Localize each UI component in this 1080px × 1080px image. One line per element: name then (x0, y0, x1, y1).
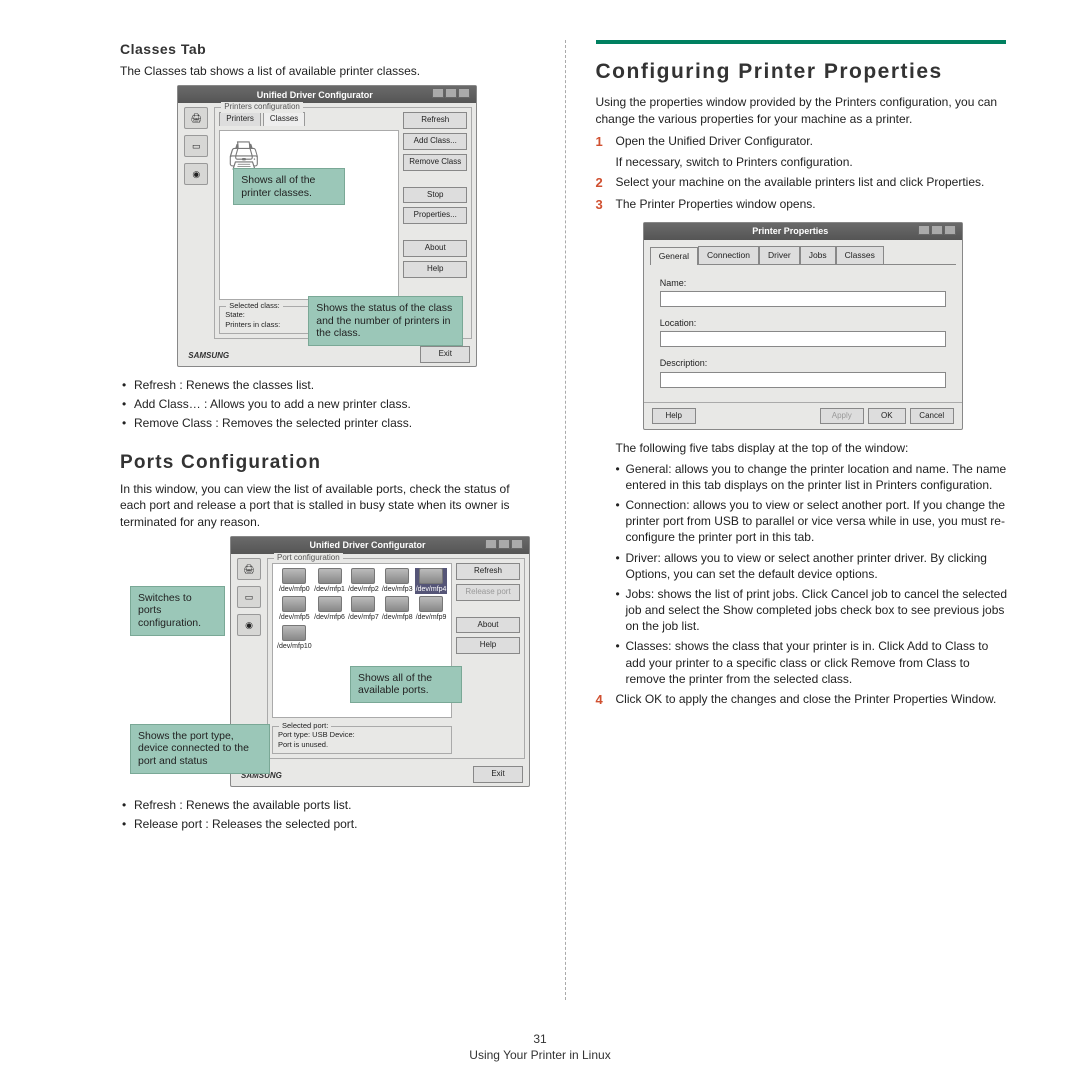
port-item[interactable]: /dev/mfp9 (415, 596, 447, 622)
tab-general[interactable]: General (650, 247, 698, 265)
step4: Click OK to apply the changes and close … (616, 691, 1011, 709)
window-controls[interactable] (484, 539, 523, 552)
port-item[interactable]: /dev/mfp7 (347, 596, 379, 622)
callout-classes-status: Shows the status of the class and the nu… (308, 296, 463, 346)
tab-printers[interactable]: Printers (219, 112, 261, 126)
page-number: 31 (0, 1032, 1080, 1046)
port-item[interactable]: /dev/mfp10 (277, 625, 312, 651)
callout-port-status: Shows the port type, device connected to… (130, 724, 270, 774)
callout-ports-switch: Switches to ports configuration. (130, 586, 225, 636)
help-button[interactable]: Help (652, 408, 696, 425)
cancel-button[interactable]: Cancel (910, 408, 954, 425)
tab-connection[interactable]: Connection (698, 246, 759, 264)
name-label: Name: (660, 277, 946, 289)
classes-window: Unified Driver Configurator 🖨 ▭ ◉ Printe… (177, 85, 477, 367)
column-divider (565, 40, 566, 1000)
about-button[interactable]: About (403, 240, 467, 257)
scanner-icon[interactable]: ▭ (184, 135, 208, 157)
port-item[interactable]: /dev/mfp1 (314, 568, 346, 594)
after-window-text: The following five tabs display at the t… (596, 440, 1011, 456)
classes-bullet: Add Class… : Allows you to add a new pri… (120, 396, 535, 412)
port-item[interactable]: /dev/mfp2 (347, 568, 379, 594)
properties-button[interactable]: Properties... (403, 207, 467, 224)
location-label: Location: (660, 317, 946, 329)
printer-icon[interactable]: 🖨 (237, 558, 261, 580)
port-item[interactable]: /dev/mfp0 (277, 568, 312, 594)
page-footer: 31 Using Your Printer in Linux (0, 1032, 1080, 1062)
port-item[interactable]: /dev/mfp3 (381, 568, 413, 594)
frame-label: Printers configuration (221, 102, 303, 113)
window-title: Printer Properties (752, 225, 828, 237)
brand-label: SAMSUNG (188, 351, 229, 362)
port-item[interactable]: /dev/mfp6 (314, 596, 346, 622)
refresh-button[interactable]: Refresh (456, 563, 520, 580)
intro-text: Using the properties window provided by … (596, 94, 1011, 126)
port-item[interactable]: /dev/mfp8 (381, 596, 413, 622)
window-controls[interactable] (431, 88, 470, 101)
classes-intro: The Classes tab shows a list of availabl… (120, 63, 535, 79)
classes-tab-heading: Classes Tab (120, 40, 535, 59)
release-port-button[interactable]: Release port (456, 584, 520, 601)
exit-button[interactable]: Exit (420, 346, 470, 363)
help-button[interactable]: Help (456, 637, 520, 654)
apply-button[interactable]: Apply (820, 408, 864, 425)
port-icon[interactable]: ◉ (184, 163, 208, 185)
footer-section: Using Your Printer in Linux (0, 1048, 1080, 1062)
ports-bullet: Refresh : Renews the available ports lis… (120, 797, 535, 813)
scanner-icon[interactable]: ▭ (237, 586, 261, 608)
name-input[interactable] (660, 291, 946, 307)
tab-classes[interactable]: Classes (263, 112, 305, 126)
about-button[interactable]: About (456, 617, 520, 634)
ports-heading: Ports Configuration (120, 450, 535, 476)
description-label: Description: (660, 357, 946, 369)
tab-desc: Driver: allows you to view or select ano… (616, 550, 1011, 582)
callout-ports-list: Shows all of the available ports. (350, 666, 462, 703)
classes-bullet: Remove Class : Removes the selected prin… (120, 415, 535, 431)
refresh-button[interactable]: Refresh (403, 112, 467, 129)
window-title: Unified Driver Configurator (257, 89, 373, 101)
port-icon[interactable]: ◉ (237, 614, 261, 636)
ok-button[interactable]: OK (868, 408, 906, 425)
tab-classes[interactable]: Classes (836, 246, 884, 264)
location-input[interactable] (660, 331, 946, 347)
step3: The Printer Properties window opens. (616, 196, 1011, 214)
window-title: Unified Driver Configurator (309, 539, 425, 551)
tab-desc: Jobs: shows the list of print jobs. Clic… (616, 586, 1011, 635)
description-input[interactable] (660, 372, 946, 388)
port-grid: /dev/mfp0 /dev/mfp1 /dev/mfp2 /dev/mfp3 … (273, 564, 451, 655)
ports-bullet: Release port : Releases the selected por… (120, 816, 535, 832)
help-button[interactable]: Help (403, 261, 467, 278)
remove-class-button[interactable]: Remove Class (403, 154, 467, 171)
printer-icon[interactable]: 🖨 (184, 107, 208, 129)
printer-properties-window: Printer Properties General Connection Dr… (643, 222, 963, 431)
tab-jobs[interactable]: Jobs (800, 246, 836, 264)
ports-window: Unified Driver Configurator 🖨 ▭ ◉ Port c… (230, 536, 530, 787)
ports-intro: In this window, you can view the list of… (120, 481, 535, 530)
step1: Open the Unified Driver Configurator. (616, 133, 1011, 151)
tab-driver[interactable]: Driver (759, 246, 800, 264)
main-title: Configuring Printer Properties (596, 58, 1011, 86)
step1b: If necessary, switch to Printers configu… (596, 154, 1011, 170)
exit-button[interactable]: Exit (473, 766, 523, 783)
add-class-button[interactable]: Add Class... (403, 133, 467, 150)
tab-desc: Classes: shows the class that your print… (616, 638, 1011, 687)
tab-desc: General: allows you to change the printe… (616, 461, 1011, 493)
classes-bullet: Refresh : Renews the classes list. (120, 377, 535, 393)
stop-button[interactable]: Stop (403, 187, 467, 204)
step2: Select your machine on the available pri… (616, 174, 1011, 192)
callout-classes-list: Shows all of the printer classes. (233, 168, 345, 205)
window-controls[interactable] (917, 225, 956, 238)
title-accent-bar (596, 40, 1006, 44)
port-item[interactable]: /dev/mfp5 (277, 596, 312, 622)
port-item[interactable]: /dev/mfp4 (415, 568, 447, 594)
tab-desc: Connection: allows you to view or select… (616, 497, 1011, 546)
